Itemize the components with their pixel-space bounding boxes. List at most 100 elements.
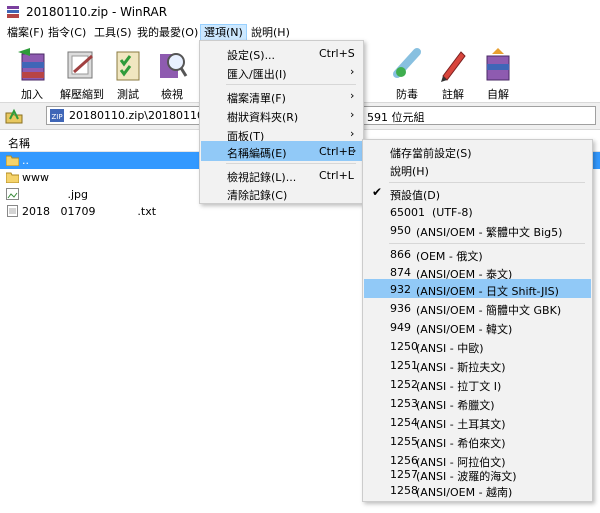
codepage-number: 932 xyxy=(390,283,411,296)
codepage-number: 1251 xyxy=(390,359,418,372)
archive-size-info: 591 位元組 xyxy=(367,111,425,124)
encoding-help-item[interactable]: 說明(H) xyxy=(364,159,591,179)
options-name-encoding-item[interactable]: 名稱編碼(E) Ctrl+E › xyxy=(201,141,362,161)
sfx-button[interactable]: 自解 xyxy=(472,44,524,101)
codepage-number: 1255 xyxy=(390,435,418,448)
add-archive-icon xyxy=(18,48,45,81)
encoding-950-item[interactable]: 950 (ANSI/OEM - 繁體中文 Big5) xyxy=(364,220,591,240)
encoding-1253-item[interactable]: 1253 (ANSI - 希臘文) xyxy=(364,393,591,413)
options-import-export-item[interactable]: 匯入/匯出(I) › xyxy=(201,62,362,82)
menu-label: 清除記錄(C) xyxy=(227,189,288,202)
view-label: 檢視 xyxy=(161,88,183,101)
codepage-name: (UTF-8) xyxy=(432,206,473,219)
svg-text:ZIP: ZIP xyxy=(51,113,62,121)
options-folder-tree-item[interactable]: 樹狀資料夾(R) › xyxy=(201,105,362,125)
menu-tools[interactable]: 工具(S) xyxy=(91,24,135,42)
codepage-number: 65001 xyxy=(390,206,425,219)
codepage-name: (ANSI - 拉丁文 I) xyxy=(416,380,502,393)
encoding-save-current-item[interactable]: 儲存當前設定(S) xyxy=(364,141,591,161)
codepage-number: 949 xyxy=(390,321,411,334)
encoding-866-item[interactable]: 866 (OEM - 俄文) xyxy=(364,244,591,264)
submenu-arrow-icon: › xyxy=(352,144,357,157)
menu-label: 說明(H) xyxy=(390,165,429,178)
codepage-number: 1252 xyxy=(390,378,418,391)
codepage-name: (ANSI - 中歐) xyxy=(416,342,484,355)
encoding-1252-item[interactable]: 1252 (ANSI - 拉丁文 I) xyxy=(364,374,591,394)
file-name: 2018 01709 .txt xyxy=(22,205,157,218)
menu-shortcut: Ctrl+S xyxy=(319,47,355,60)
submenu-arrow-icon: › xyxy=(350,65,355,78)
codepage-number: 1250 xyxy=(390,340,418,353)
add-button[interactable]: 加入 xyxy=(6,44,58,101)
submenu-arrow-icon: › xyxy=(350,127,355,140)
menu-label: 匯入/匯出(I) xyxy=(227,68,287,81)
view-button[interactable]: 檢視 xyxy=(146,44,198,101)
codepage-number: 866 xyxy=(390,248,411,261)
menu-commands[interactable]: 指令(C) xyxy=(45,24,89,42)
window-title: 20180110.zip - WinRAR xyxy=(26,5,168,19)
encoding-936-item[interactable]: 936 (ANSI/OEM - 簡體中文 GBK) xyxy=(364,298,591,318)
menu-separator xyxy=(226,84,356,85)
codepage-number: 1258 xyxy=(390,484,418,497)
submenu-arrow-icon: › xyxy=(350,89,355,102)
encoding-932-item[interactable]: 932 (ANSI/OEM - 日文 Shift-JIS) xyxy=(364,279,591,298)
menu-label: 樹狀資料夾(R) xyxy=(227,111,299,124)
encoding-1254-item[interactable]: 1254 (ANSI - 土耳其文) xyxy=(364,412,591,432)
codepage-name: (ANSI/OEM - 越南) xyxy=(416,486,513,499)
menu-shortcut: Ctrl+E xyxy=(319,145,355,158)
codepage-name: (ANSI - 斯拉夫文) xyxy=(416,361,506,374)
virus-scan-button[interactable]: 防毒 xyxy=(381,44,433,101)
menu-separator xyxy=(226,163,356,164)
encoding-submenu: 儲存當前設定(S) 說明(H) ✔ 預設值(D) 65001 (UTF-8) 9… xyxy=(362,139,593,502)
comment-pen-icon xyxy=(441,51,466,82)
encoding-949-item[interactable]: 949 (ANSI/OEM - 韓文) xyxy=(364,317,591,337)
codepage-name: (ANSI/OEM - 韓文) xyxy=(416,323,513,336)
encoding-65001-item[interactable]: 65001 (UTF-8) xyxy=(364,202,591,222)
add-label: 加入 xyxy=(21,88,43,101)
checkmark-icon: ✔ xyxy=(372,185,383,199)
codepage-number: 950 xyxy=(390,224,411,237)
archive-path: 20180110.zip\20180110 xyxy=(69,109,204,122)
sfx-archive-icon xyxy=(486,48,510,81)
options-view-log-item[interactable]: 檢視記錄(L)... Ctrl+L xyxy=(201,165,362,185)
codepage-number: 1254 xyxy=(390,416,418,429)
encoding-1258-item[interactable]: 1258 (ANSI/OEM - 越南) xyxy=(364,480,591,500)
file-name: .. xyxy=(22,154,29,167)
menu-shortcut: Ctrl+L xyxy=(319,169,354,182)
virus-scan-label: 防毒 xyxy=(396,88,418,101)
encoding-1255-item[interactable]: 1255 (ANSI - 希伯來文) xyxy=(364,431,591,451)
menu-file[interactable]: 檔案(F) xyxy=(4,24,47,42)
options-settings-item[interactable]: 設定(S)... Ctrl+S xyxy=(201,43,362,63)
codepage-number: 936 xyxy=(390,302,411,315)
codepage-number: 874 xyxy=(390,266,411,279)
codepage-name: (ANSI/OEM - 繁體中文 Big5) xyxy=(416,226,563,239)
sfx-label: 自解 xyxy=(487,88,509,101)
image-file-icon xyxy=(6,188,19,200)
zip-icon: ZIP xyxy=(50,109,64,122)
menu-favorites[interactable]: 我的最愛(O) xyxy=(134,24,201,42)
menu-label: 設定(S)... xyxy=(227,49,276,62)
text-file-icon xyxy=(7,205,18,217)
codepage-name: (ANSI/OEM - 簡體中文 GBK) xyxy=(416,304,562,317)
codepage-name: (ANSI - 土耳其文) xyxy=(416,418,506,431)
menu-label: 名稱編碼(E) xyxy=(227,147,287,160)
menu-label: 檔案清單(F) xyxy=(227,92,286,105)
test-clipboard-icon xyxy=(116,51,140,81)
codepage-name: (ANSI/OEM - 日文 Shift-JIS) xyxy=(416,285,559,298)
up-folder-icon[interactable] xyxy=(4,107,24,125)
folder-icon xyxy=(6,172,19,183)
file-name: .jpg xyxy=(22,188,88,201)
encoding-default-item[interactable]: ✔ 預設值(D) xyxy=(364,183,591,203)
encoding-1250-item[interactable]: 1250 (ANSI - 中歐) xyxy=(364,336,591,356)
virus-scan-icon xyxy=(393,48,421,78)
options-file-list-item[interactable]: 檔案清單(F) › xyxy=(201,86,362,106)
options-clear-log-item[interactable]: 清除記錄(C) xyxy=(201,183,362,203)
codepage-name: (ANSI - 希臘文) xyxy=(416,399,495,412)
encoding-1251-item[interactable]: 1251 (ANSI - 斯拉夫文) xyxy=(364,355,591,375)
extract-icon xyxy=(67,51,93,79)
title-bar: 20180110.zip - WinRAR xyxy=(0,0,600,25)
column-name-header[interactable]: 名稱 xyxy=(8,135,30,151)
codepage-name: (ANSI - 希伯來文) xyxy=(416,437,506,450)
winrar-app-icon xyxy=(7,6,19,18)
menu-label: 預設值(D) xyxy=(390,189,441,202)
